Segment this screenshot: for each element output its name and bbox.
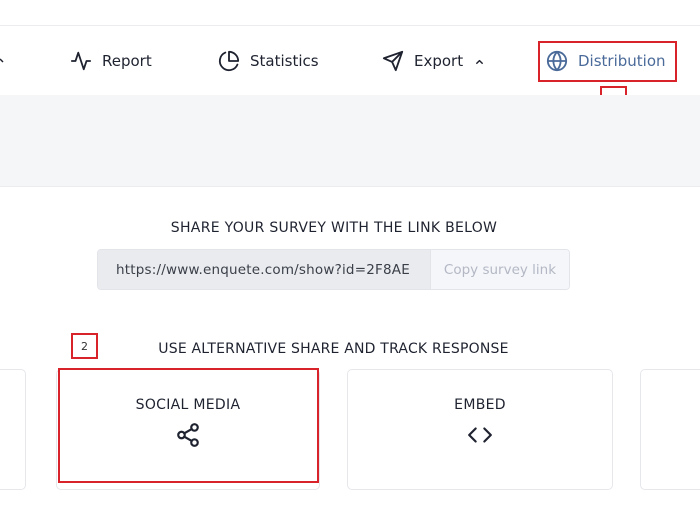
annotation-badge-2: 2 xyxy=(71,333,98,359)
nav-item-statistics[interactable]: Statistics xyxy=(218,27,319,95)
share-section-title: SHARE YOUR SURVEY WITH THE LINK BELOW xyxy=(170,220,498,236)
embed-card[interactable]: EMBED xyxy=(347,369,613,490)
survey-link-field[interactable]: https://www.enquete.com/show?id=2F8AE xyxy=(98,250,430,289)
code-icon xyxy=(468,427,492,443)
pie-chart-icon xyxy=(218,50,240,72)
nav-item-label: Export xyxy=(414,52,464,70)
share-option-card-partial[interactable] xyxy=(640,369,700,490)
header-banner xyxy=(0,95,700,187)
share-option-card-partial[interactable] xyxy=(0,369,26,490)
send-icon xyxy=(382,50,404,72)
alternative-share-title: USE ALTERNATIVE SHARE AND TRACK RESPONSE xyxy=(158,341,509,357)
highlight-box-1 xyxy=(538,41,677,82)
highlight-box-2 xyxy=(58,368,319,483)
nav-item-export[interactable]: Export xyxy=(382,27,484,95)
card-label: EMBED xyxy=(454,397,506,413)
copy-survey-link-button[interactable]: Copy survey link xyxy=(430,250,569,289)
survey-link-group: https://www.enquete.com/show?id=2F8AE Co… xyxy=(97,249,570,290)
nav-item-label: Report xyxy=(102,52,152,70)
top-strip xyxy=(0,0,700,26)
nav-item-label: Statistics xyxy=(250,52,319,70)
activity-icon xyxy=(70,51,92,71)
nav-item-report[interactable]: Report xyxy=(70,27,152,95)
chevron-up-icon xyxy=(476,59,484,64)
chevron-down-icon[interactable] xyxy=(0,56,6,66)
